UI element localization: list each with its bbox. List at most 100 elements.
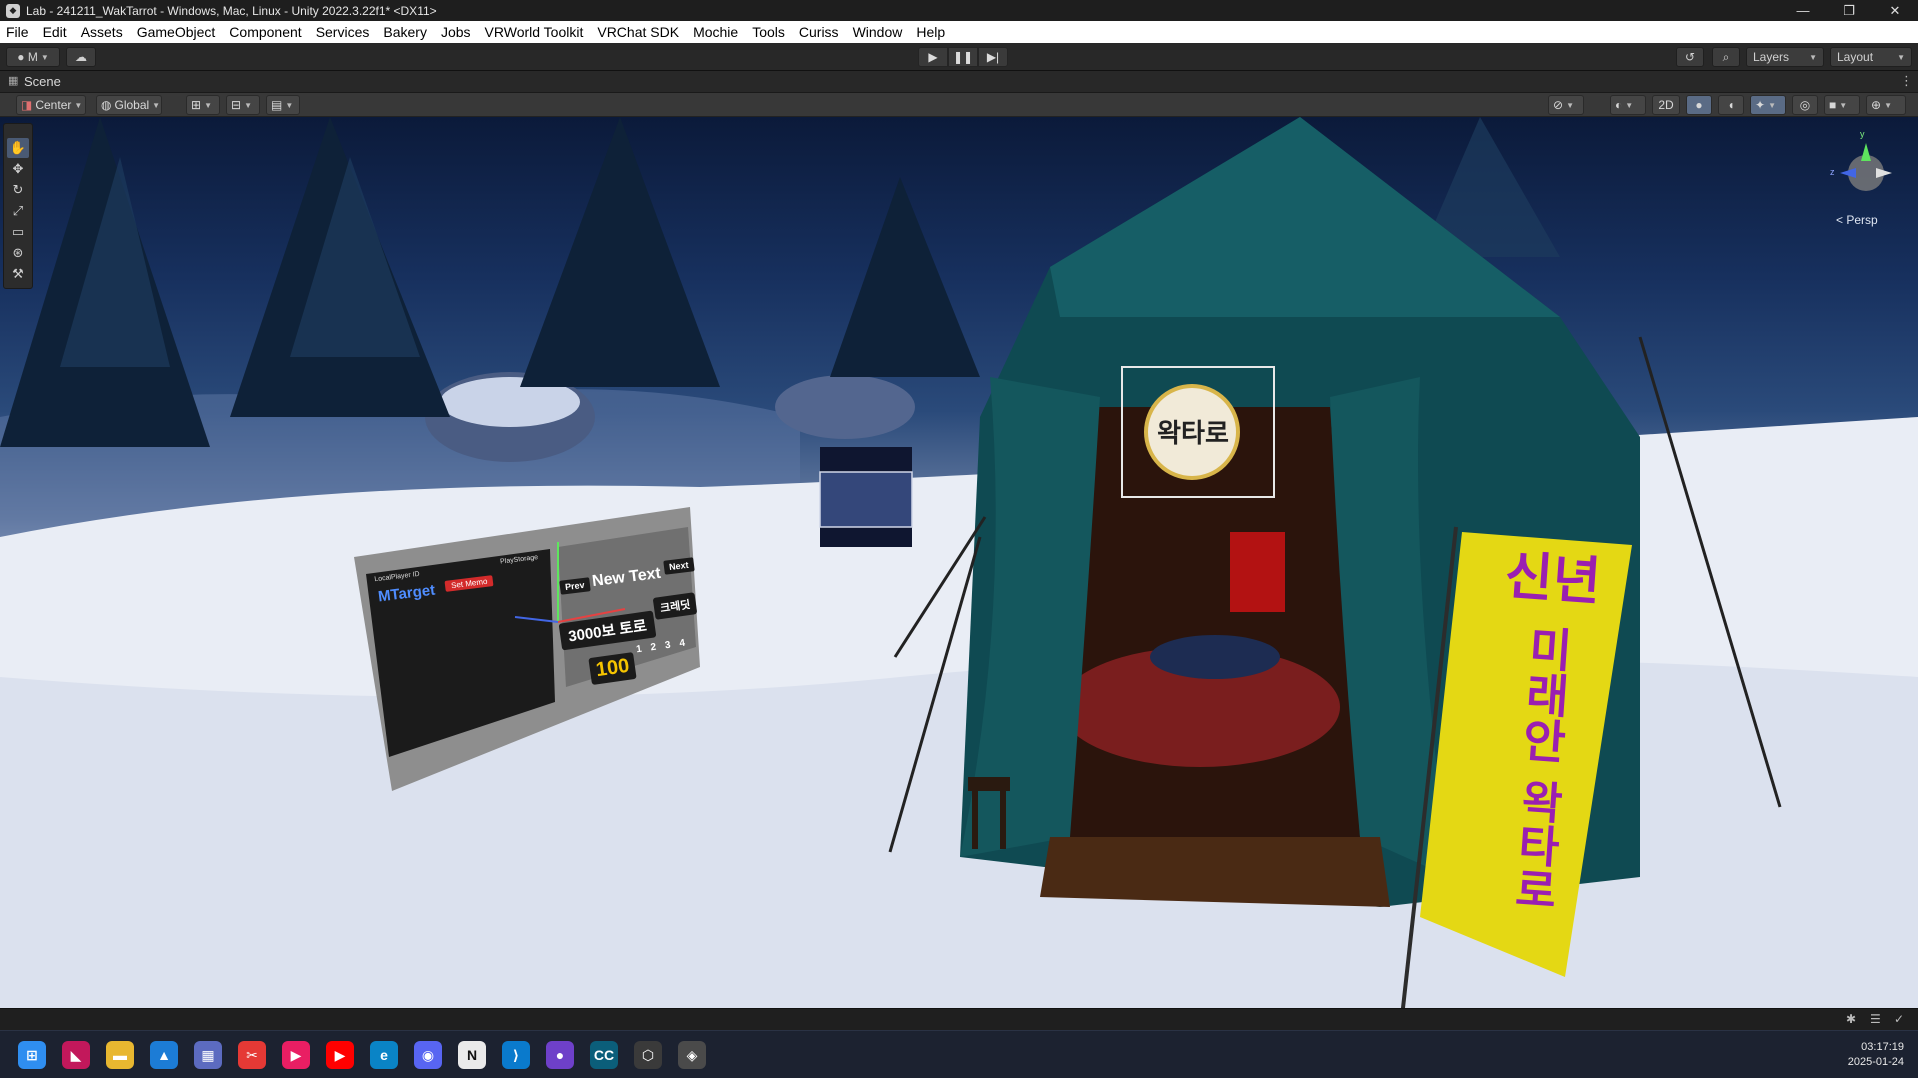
menu-component[interactable]: Component <box>229 24 301 40</box>
windows-start-icon[interactable]: ⊞ <box>18 1041 46 1069</box>
scale-tool-button[interactable]: ⤢ <box>7 201 29 221</box>
scene-toolbar: ◨ Center ▼ ◍ Global ▼ ⊞ ▼ ⊟ ▼ ▤ ▼ ⊘ ▼ ◐ ▼ 2D ● ◖ … <box>0 93 1918 117</box>
chevron-down-icon: ▼ <box>244 100 252 110</box>
globe-icon: ◍ <box>101 98 112 112</box>
menu-tools[interactable]: Tools <box>752 24 785 40</box>
camera-settings-button[interactable]: ■ ▼ <box>1824 95 1860 115</box>
custom-tool-icon: ⚒ <box>12 266 24 281</box>
search-icon: ⌕ <box>1722 49 1730 64</box>
snipping-tool-icon[interactable]: ✂ <box>238 1041 266 1069</box>
pivot-center-dropdown[interactable]: ◨ Center ▼ <box>16 95 86 115</box>
chevron-down-icon: ▼ <box>152 100 161 110</box>
discord-icon[interactable]: ◉ <box>414 1041 442 1069</box>
rect-tool-button[interactable]: ▭ <box>7 222 29 242</box>
system-clock[interactable]: 03:17:19 2025-01-24 <box>1848 1040 1904 1070</box>
cloud-button[interactable]: ☁ <box>66 47 96 67</box>
menu-services[interactable]: Services <box>316 24 370 40</box>
hand-tool-button[interactable]: ✋ <box>7 138 29 158</box>
bug-icon[interactable]: ✱ <box>1846 1012 1856 1026</box>
clock-date: 2025-01-24 <box>1847 1056 1904 1068</box>
window-title: Lab - 241211_WakTarrot - Windows, Mac, L… <box>26 3 437 18</box>
youtube-icon[interactable]: ▶ <box>326 1041 354 1069</box>
undo-history-button[interactable]: ↺ <box>1676 47 1704 67</box>
effects-toggle[interactable]: ✦ ▼ <box>1750 95 1786 115</box>
gizmos-tools-button[interactable]: ⊘ ▼ <box>1548 95 1584 115</box>
media-player-icon[interactable]: ▶ <box>282 1041 310 1069</box>
photos-icon[interactable]: ▲ <box>150 1041 178 1069</box>
status-bar: ✱ ☰ ✓ <box>0 1008 1918 1030</box>
github-icon[interactable]: ● <box>546 1041 574 1069</box>
unity-editor-icon[interactable]: ◈ <box>678 1041 706 1069</box>
menu-curiss[interactable]: Curiss <box>799 24 839 40</box>
layout-dropdown[interactable]: Layout ▼ <box>1830 47 1912 67</box>
grid-snapping-button[interactable]: ⊟ ▼ <box>226 95 260 115</box>
gizmos-dropdown[interactable]: ⊕ ▼ <box>1866 95 1906 115</box>
transform-icon: ⊛ <box>12 245 24 260</box>
toggle-2d-button[interactable]: 2D <box>1652 95 1680 115</box>
menu-file[interactable]: File <box>6 24 29 40</box>
menu-help[interactable]: Help <box>916 24 945 40</box>
pivot-icon: ◨ <box>21 98 33 112</box>
store-icon[interactable]: ▦ <box>194 1041 222 1069</box>
file-explorer-icon[interactable]: ▬ <box>106 1041 134 1069</box>
shading-icon: ◐ <box>1615 98 1623 112</box>
rotate-tool-button[interactable]: ↻ <box>7 180 29 200</box>
grid-visibility-button[interactable]: ▤ ▼ <box>266 95 300 115</box>
camera-icon: ■ <box>1829 98 1837 112</box>
maximize-button[interactable]: ❐ <box>1826 0 1872 21</box>
hidden-objects-toggle[interactable]: ◎ <box>1792 95 1818 115</box>
step-button[interactable]: ▶| <box>978 47 1008 67</box>
projection-label[interactable]: < Persp <box>1836 213 1878 227</box>
account-dropdown[interactable]: ● M ▼ <box>6 47 60 67</box>
account-label: M <box>27 50 38 64</box>
menu-bar: File Edit Assets GameObject Component Se… <box>0 21 1918 43</box>
edge-icon[interactable]: e <box>370 1041 398 1069</box>
scene-tool-palette: ✋ ✥ ↻ ⤢ ▭ ⊛ ⚒ <box>3 123 33 289</box>
shading-mode-button[interactable]: ◐ ▼ <box>1610 95 1646 115</box>
scale-icon: ⤢ <box>12 203 24 218</box>
chevron-down-icon: ▼ <box>1839 100 1848 110</box>
lighting-toggle[interactable]: ● <box>1686 95 1712 115</box>
stack-icon[interactable]: ☰ <box>1870 1012 1881 1026</box>
pause-button[interactable]: ❚❚ <box>948 47 978 67</box>
menu-window[interactable]: Window <box>853 24 903 40</box>
play-button[interactable]: ▶ <box>918 47 948 67</box>
minimize-button[interactable]: — <box>1780 0 1826 21</box>
menu-mochie[interactable]: Mochie <box>693 24 738 40</box>
transform-tool-button[interactable]: ⊛ <box>7 243 29 263</box>
history-icon: ↺ <box>1684 50 1696 64</box>
menu-bakery[interactable]: Bakery <box>383 24 427 40</box>
check-icon[interactable]: ✓ <box>1894 1012 1904 1026</box>
grid-snap-icon: ⊟ <box>231 98 242 112</box>
app-pink-icon[interactable]: ◣ <box>62 1041 90 1069</box>
tab-scene[interactable]: Scene <box>24 74 61 89</box>
notion-icon[interactable]: N <box>458 1041 486 1069</box>
stool-leg <box>972 789 978 849</box>
menu-edit[interactable]: Edit <box>43 24 67 40</box>
banner-text: 신년 미래안 왁타로 <box>1449 544 1634 920</box>
space-global-dropdown[interactable]: ◍ Global ▼ <box>96 95 162 115</box>
menu-assets[interactable]: Assets <box>81 24 123 40</box>
gizmo-label-y: y <box>1860 129 1865 139</box>
search-button[interactable]: ⌕ <box>1712 47 1740 67</box>
audio-toggle[interactable]: ◖ <box>1718 95 1744 115</box>
scene-viewport[interactable]: 왁타로 신년 미래안 왁타로 LocalPlayer ID PlayStorag… <box>0 117 1918 1008</box>
menu-jobs[interactable]: Jobs <box>441 24 471 40</box>
move-tool-button[interactable]: ✥ <box>7 159 29 179</box>
close-button[interactable]: ✕ <box>1872 0 1918 21</box>
more-options-icon[interactable]: ⋮ <box>1900 73 1913 89</box>
snap-icon: ⊞ <box>191 98 202 112</box>
snap-increment-button[interactable]: ⊞ ▼ <box>186 95 220 115</box>
custom-tool-button[interactable]: ⚒ <box>7 264 29 284</box>
menu-vrworld-toolkit[interactable]: VRWorld Toolkit <box>485 24 584 40</box>
layout-label: Layout <box>1837 50 1874 64</box>
vscode-icon[interactable]: ⟩ <box>502 1041 530 1069</box>
menu-gameobject[interactable]: GameObject <box>137 24 216 40</box>
unity-hub-icon[interactable]: ⬡ <box>634 1041 662 1069</box>
panel-digit: 1 <box>635 643 643 656</box>
chevron-down-icon: ▼ <box>40 52 49 62</box>
layers-dropdown[interactable]: Layers ▼ <box>1746 47 1824 67</box>
clip-studio-icon[interactable]: CC <box>590 1041 618 1069</box>
menu-vrchat-sdk[interactable]: VRChat SDK <box>597 24 679 40</box>
main-toolbar: ● M ▼ ☁ ▶ ❚❚ ▶| ↺ ⌕ Layers ▼ Layout ▼ <box>0 43 1918 71</box>
